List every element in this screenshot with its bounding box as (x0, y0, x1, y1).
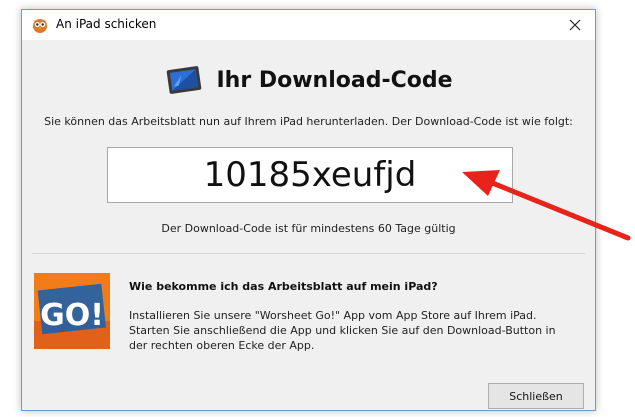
window-title: An iPad schicken (56, 17, 157, 31)
page-title: Ihr Download-Code (216, 67, 453, 93)
owl-app-icon (33, 19, 47, 33)
dialog-window: An iPad schicken Ihr Download-Code Sie k… (21, 9, 596, 411)
close-icon (569, 19, 581, 31)
help-question: Wie bekomme ich das Arbeitsblatt auf mei… (129, 280, 438, 293)
ipad-icon (167, 66, 202, 94)
close-button[interactable]: Schließen (488, 383, 584, 409)
divider (32, 253, 585, 254)
worksheet-go-logo: GO! (34, 273, 110, 349)
download-code-field[interactable]: 10185xeufjd (107, 147, 513, 203)
heading-row: Ihr Download-Code (22, 60, 595, 100)
logo-text: GO! (40, 298, 104, 333)
intro-text: Sie können das Arbeitsblatt nun auf Ihre… (44, 115, 573, 128)
close-window-button[interactable] (555, 10, 595, 40)
help-instructions: Installieren Sie unsere "Worsheet Go!" A… (129, 309, 556, 352)
validity-note: Der Download-Code ist für mindestens 60 … (161, 222, 456, 235)
title-bar[interactable]: An iPad schicken (22, 10, 595, 40)
